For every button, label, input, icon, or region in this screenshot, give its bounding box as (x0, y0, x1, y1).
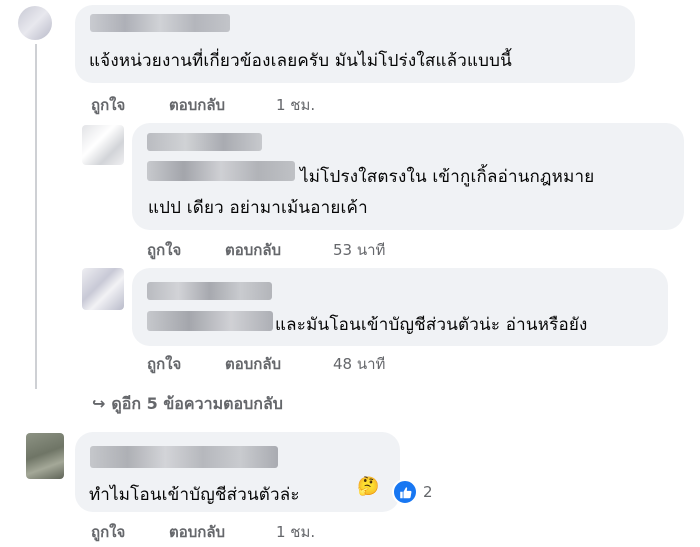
reply-arrow-icon: ↪ (92, 394, 106, 413)
tagged-name-blurred[interactable] (147, 161, 295, 181)
comment-text: ทำไมโอนเข้าบัญชีส่วนตัวล่ะ (89, 485, 300, 505)
thinking-emoji: 🤔 (357, 476, 380, 497)
reply-button[interactable]: ตอบกลับ (225, 238, 281, 262)
reply-button[interactable]: ตอบกลับ (169, 93, 225, 117)
comment-text: แจ้งหน่วยงานที่เกี่ยวข้องเลยครับ มันไม่โ… (89, 51, 512, 71)
comment-timestamp[interactable]: 53 นาที (333, 238, 385, 262)
tagged-name-blurred[interactable] (147, 311, 273, 331)
like-button[interactable]: ถูกใจ (91, 93, 125, 117)
reply-button[interactable]: ตอบกลับ (225, 352, 281, 376)
comment-text-line-1: ไม่โปรงใสตรงใน เข้ากูเกิ้ลอ่านกฎหมาย (300, 167, 595, 187)
comment-timestamp[interactable]: 1 ชม. (276, 520, 315, 544)
view-more-replies-link[interactable]: ↪ ดูอีก 5 ข้อความตอบกลับ (92, 392, 283, 417)
commenter-name-blurred[interactable] (147, 133, 262, 151)
reaction-count: 2 (423, 483, 433, 501)
commenter-name-blurred[interactable] (147, 282, 272, 300)
avatar[interactable] (26, 433, 64, 479)
reply-button[interactable]: ตอบกลับ (169, 520, 225, 544)
view-more-replies-label: ดูอีก 5 ข้อความตอบกลับ (111, 394, 283, 413)
like-button[interactable]: ถูกใจ (91, 520, 125, 544)
comment-text-line-2: แปป เดียว อย่ามาเม้นอายเค้า (148, 198, 368, 218)
like-button[interactable]: ถูกใจ (147, 352, 181, 376)
like-icon (392, 479, 418, 505)
avatar[interactable] (82, 125, 124, 165)
comment-text: และมันโอนเข้าบัญชีส่วนตัวน่ะ อ่านหรือยัง (275, 315, 588, 335)
comment-timestamp[interactable]: 1 ชม. (276, 93, 315, 117)
commenter-name-blurred[interactable] (90, 446, 278, 468)
comment-timestamp[interactable]: 48 นาที (333, 352, 385, 376)
reply-thread-line (35, 44, 37, 389)
avatar[interactable] (18, 6, 52, 40)
reaction-summary[interactable]: 2 (392, 479, 433, 505)
avatar[interactable] (82, 268, 124, 310)
like-button[interactable]: ถูกใจ (147, 238, 181, 262)
commenter-name-blurred[interactable] (90, 14, 230, 32)
